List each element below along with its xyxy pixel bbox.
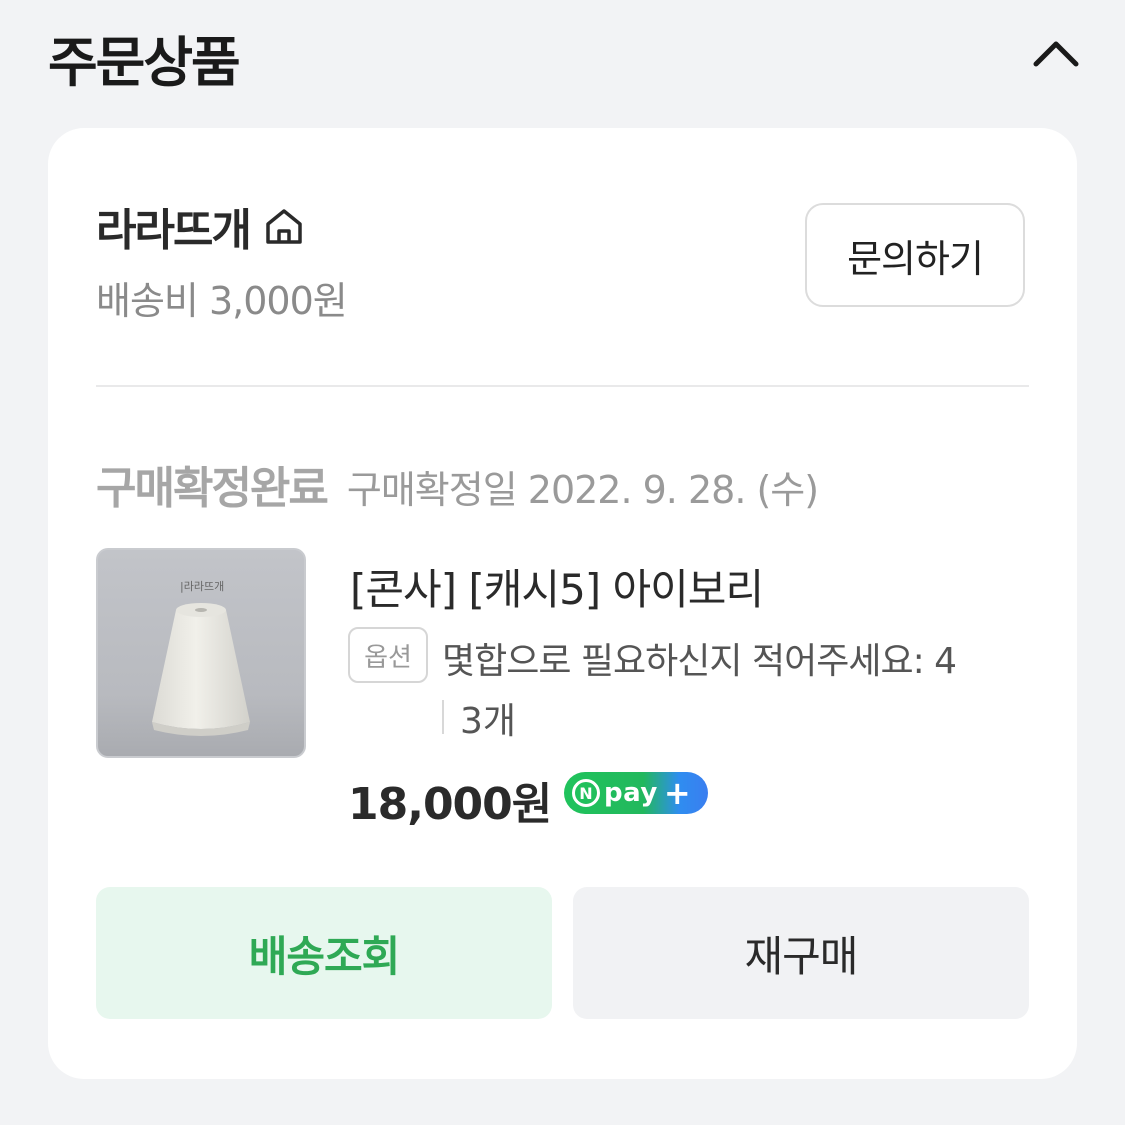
shipping-fee: 배송비 3,000원 xyxy=(96,279,348,323)
quantity-divider xyxy=(442,700,444,734)
product-thumbnail[interactable]: |라라뜨개 xyxy=(96,548,306,758)
plus-icon: + xyxy=(663,774,691,812)
store-header: 라라뜨개 xyxy=(96,194,306,258)
rebuy-button[interactable]: 재구매 xyxy=(573,887,1029,1019)
chevron-up-icon xyxy=(1033,41,1079,67)
yarn-cone-image xyxy=(152,603,250,736)
order-status: 구매확정완료 xyxy=(96,463,329,514)
option-text: 몇합으로 필요하신지 적어주세요: 4 xyxy=(442,641,957,682)
order-status-row: 구매확정완료 구매확정일 2022. 9. 28. (수) xyxy=(96,452,819,516)
product-title[interactable]: [콘사] [캐시5] 아이보리 xyxy=(350,556,764,617)
store-name[interactable]: 라라뜨개 xyxy=(96,194,252,258)
track-delivery-button[interactable]: 배송조회 xyxy=(96,887,552,1019)
section-title: 주문상품 xyxy=(48,31,241,94)
option-badge: 옵션 xyxy=(348,627,428,683)
npay-n-icon: N xyxy=(572,779,600,807)
confirm-date: 구매확정일 2022. 9. 28. (수) xyxy=(346,468,819,512)
product-price: 18,000원 xyxy=(348,779,552,830)
npay-plus-badge: N pay + xyxy=(564,772,708,814)
order-card: 라라뜨개 배송비 3,000원 문의하기 구매확정완료 구매확정일 2022. … xyxy=(48,128,1077,1079)
npay-label: pay xyxy=(604,778,658,808)
quantity: 3개 xyxy=(460,701,517,742)
home-icon[interactable] xyxy=(262,204,306,248)
inquiry-button[interactable]: 문의하기 xyxy=(805,203,1025,307)
collapse-button[interactable] xyxy=(1024,28,1088,78)
divider xyxy=(96,385,1029,387)
